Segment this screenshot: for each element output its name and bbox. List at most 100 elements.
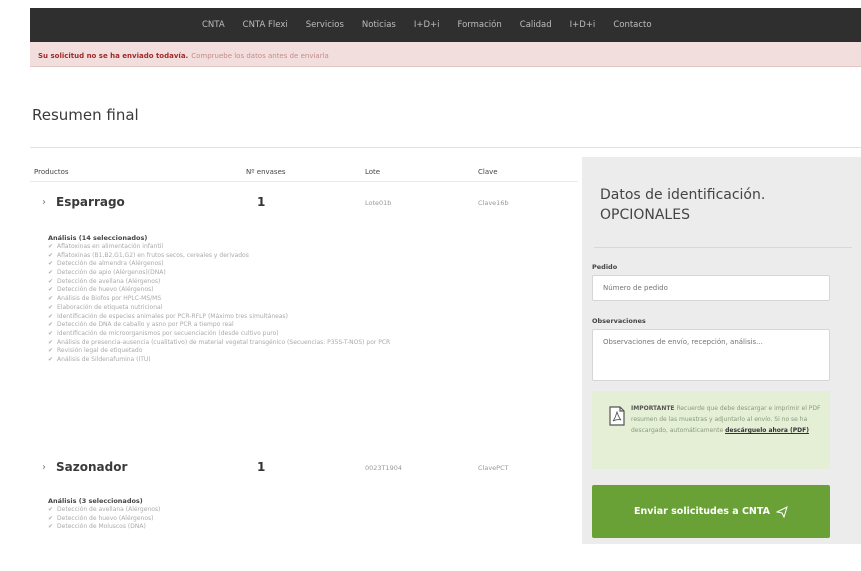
analysis-item: ✔ Análisis de Sildenafumina (ITU) [48,356,390,365]
observaciones-label: Observaciones [592,317,646,325]
check-icon: ✔ [48,243,54,250]
pedido-input[interactable] [592,275,830,301]
pdf-icon [609,406,625,426]
alert-text: Compruebe los datos antes de enviarla [191,52,329,60]
panel-title-line2: OPCIONALES [600,207,690,223]
analysis-label: Análisis de presencia-ausencia (cualitat… [57,338,391,346]
check-icon: ✔ [48,514,54,522]
analysis-label: Detección de avellana (Alérgenos) [57,277,161,285]
analysis-item: ✔ Detección de avellana (Alérgenos) [48,506,160,515]
product-name: Sazonador [56,460,128,474]
analysis-title: Análisis (3 seleccionados) [48,497,143,505]
analysis-item: ✔ Detección de almendra (Alérgenos) [48,260,390,269]
nav-item[interactable]: Contacto [613,20,651,30]
product-row[interactable]: › Esparrago 1 Lote01b Clave16b [30,192,578,216]
product-clave: Clave16b [478,199,509,207]
check-icon: ✔ [48,286,54,294]
page-title: Resumen final [32,106,139,124]
nav-item[interactable]: CNTA [202,20,225,30]
analysis-item: ✔ Detección de DNA de caballo y asno por … [48,321,390,330]
paper-plane-icon [775,505,788,518]
divider [594,247,852,248]
analysis-item: ✔ Análisis de presencia-ausencia (cualita… [48,339,390,348]
analysis-label: Detección de huevo (Alérgenos) [57,286,154,294]
product-qty: 1 [257,195,266,209]
analysis-item: ✔ Aflatoxinas (B1,B2,G1,G2) en frutos sec… [48,252,390,261]
analysis-item: ✔ Detección de huevo (Alérgenos) [48,286,390,295]
check-icon: ✔ [48,303,54,311]
nav-item[interactable]: Calidad [520,20,552,30]
panel-title-line1: Datos de identificación. [600,187,766,203]
download-pdf-link[interactable]: descárguelo ahora (PDF) [725,427,809,434]
analysis-list: Análisis (3 seleccionados) ✔ Detección de… [48,497,160,532]
analysis-label: Elaboración de etiqueta nutricional [57,303,163,311]
check-icon: ✔ [48,251,54,259]
analysis-label: Análisis de Sildenafumina (ITU) [57,355,151,363]
check-icon: ✔ [48,269,54,277]
analysis-item: ✔ Elaboración de etiqueta nutricional [48,304,390,313]
analysis-item: ✔ Revisión legal de etiquetado [48,347,390,356]
analysis-label: Análisis de Biofos por HPLC-MS/MS [57,295,162,303]
chevron-right-icon[interactable]: › [42,197,46,208]
analysis-label: Detección de apio (Alérgenos)(DNA) [57,269,166,277]
check-icon: ✔ [48,277,54,285]
analysis-label: Detección de Moluscos (DNA) [57,523,146,531]
analysis-item: ✔ Detección de apio (Alérgenos)(DNA) [48,269,390,278]
nav-item[interactable]: I+D+i [414,20,440,30]
analysis-label: Revisión legal de etiquetado [57,347,143,355]
analysis-label: Detección de DNA de caballo y asno por P… [57,321,234,329]
analysis-item: ✔ Detección de huevo (Alérgenos) [48,515,160,524]
analysis-list: Análisis (14 seleccionados) ✔ Aflatoxinas… [48,234,390,365]
alert-banner: Su solicitud no se ha enviado todavía. Co… [30,42,861,67]
nav-item[interactable]: CNTA Flexi [243,20,288,30]
analysis-label: Aflatoxinas (B1,B2,G1,G2) en frutos seco… [57,251,249,259]
col-lote: Lote [365,168,381,176]
panel-title: Datos de identificación. OPCIONALES [600,185,765,225]
chevron-right-icon[interactable]: › [42,462,46,473]
col-productos: Productos [34,168,69,176]
analysis-label: Detección de almendra (Alérgenos) [57,260,164,268]
check-icon: ✔ [48,355,54,363]
check-icon: ✔ [48,338,54,346]
product-lote: 0023T1904 [365,464,403,472]
check-icon: ✔ [48,347,54,355]
check-icon: ✔ [48,295,54,303]
nav-item[interactable]: I+D+i [570,20,596,30]
table-header: Productos Nº envases Lote Clave [30,168,578,182]
check-icon: ✔ [48,260,54,268]
important-note: IMPORTANTE Recuerde que debe descargar e… [592,391,830,469]
analysis-item: ✔ Identificación de microorganismos por s… [48,330,390,339]
nav-item[interactable]: Formación [458,20,502,30]
col-clave: Clave [478,168,498,176]
analysis-label: Identificación de microorganismos por se… [57,329,279,337]
submit-label: Enviar solicitudes a CNTA [634,506,770,517]
top-nav: CNTA CNTA Flexi Servicios Noticias I+D+i Form… [30,8,861,42]
check-icon: ✔ [48,321,54,329]
analysis-item: ✔ Detección de Moluscos (DNA) [48,523,160,532]
product-clave: ClavePCT [478,464,509,472]
col-envases: Nº envases [246,168,286,176]
check-icon: ✔ [48,312,54,320]
product-lote: Lote01b [365,199,392,207]
check-icon: ✔ [48,329,54,337]
check-icon: ✔ [48,506,54,513]
analysis-label: Detección de avellana (Alérgenos) [57,506,161,513]
nav-item[interactable]: Servicios [306,20,344,30]
analysis-label: Identificación de especies animales por … [57,312,288,320]
analysis-title: Análisis (14 seleccionados) [48,234,148,242]
nav-item[interactable]: Noticias [362,20,396,30]
submit-button[interactable]: Enviar solicitudes a CNTA [592,485,830,538]
analysis-item: ✔ Análisis de Biofos por HPLC-MS/MS [48,295,390,304]
alert-strong: Su solicitud no se ha enviado todavía. [38,52,189,60]
observaciones-textarea[interactable] [592,329,830,381]
analysis-label: Aflatoxinas en alimentación infantil [57,243,164,250]
analysis-label: Detección de huevo (Alérgenos) [57,514,154,522]
analysis-item: ✔ Identificación de especies animales por… [48,313,390,322]
note-strong: IMPORTANTE [631,405,675,412]
check-icon: ✔ [48,523,54,531]
analysis-item: ✔ Detección de avellana (Alérgenos) [48,278,390,287]
identification-panel: Datos de identificación. OPCIONALES Pedi… [582,157,861,544]
product-row[interactable]: › Sazonador 1 0023T1904 ClavePCT [30,457,578,481]
pedido-label: Pedido [592,263,618,271]
analysis-item: ✔ Aflatoxinas en alimentación infantil [48,243,390,252]
